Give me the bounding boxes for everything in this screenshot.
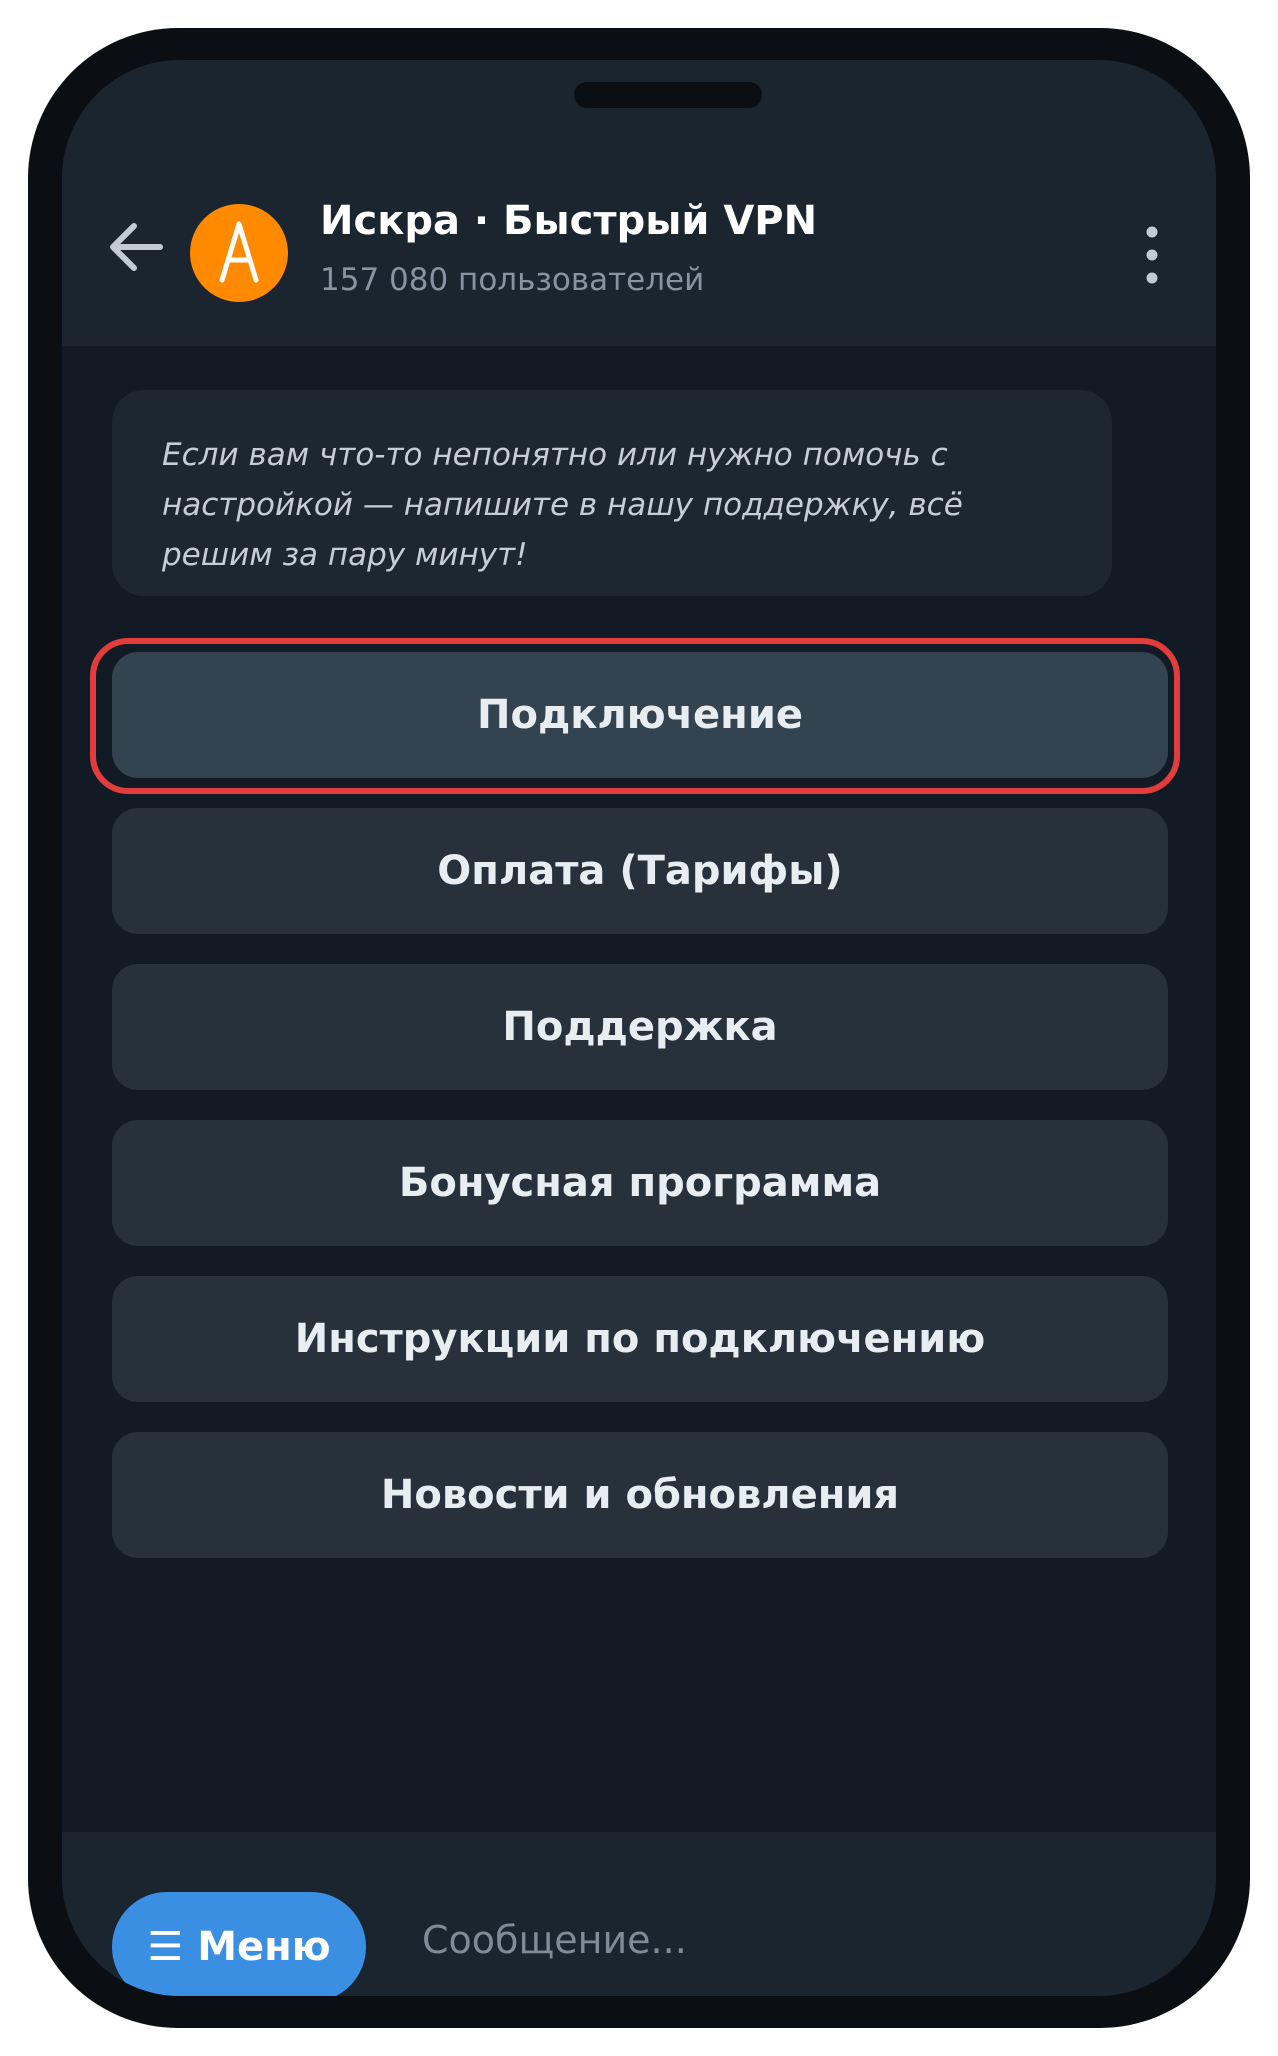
screen: Искра · Быстрый VPN 157 080 пользователе…: [62, 60, 1216, 1996]
message-input[interactable]: Сообщение...: [422, 1918, 687, 1962]
chat-title[interactable]: Искра · Быстрый VPN: [320, 198, 817, 244]
instructions-button[interactable]: Инструкции по подключению: [112, 1276, 1168, 1402]
avatar[interactable]: [190, 204, 288, 302]
news-button[interactable]: Новости и обновления: [112, 1432, 1168, 1558]
member-count: 157 080 пользователей: [320, 262, 705, 298]
input-bar: ☰ Меню Сообщение...: [62, 1832, 1216, 1996]
messages-area: Если вам что-то непонятно или нужно помо…: [62, 346, 1216, 1832]
more-options-icon[interactable]: [1132, 220, 1172, 290]
payment-button[interactable]: Оплата (Тарифы): [112, 808, 1168, 934]
connect-button[interactable]: Подключение: [112, 652, 1168, 778]
menu-label: Меню: [197, 1924, 331, 1970]
phone-frame: Искра · Быстрый VPN 157 080 пользователе…: [28, 28, 1250, 2028]
message-bubble: Если вам что-то непонятно или нужно помо…: [112, 390, 1112, 596]
status-area: [62, 60, 1216, 150]
bonus-program-button[interactable]: Бонусная программа: [112, 1120, 1168, 1246]
notch: [574, 82, 762, 108]
menu-icon: ☰: [147, 1924, 184, 1970]
back-arrow-icon[interactable]: [98, 208, 176, 286]
message-text: Если вам что-то непонятно или нужно помо…: [162, 437, 963, 573]
chat-header: Искра · Быстрый VPN 157 080 пользователе…: [62, 150, 1216, 346]
support-button[interactable]: Поддержка: [112, 964, 1168, 1090]
menu-button[interactable]: ☰ Меню: [112, 1892, 366, 1996]
